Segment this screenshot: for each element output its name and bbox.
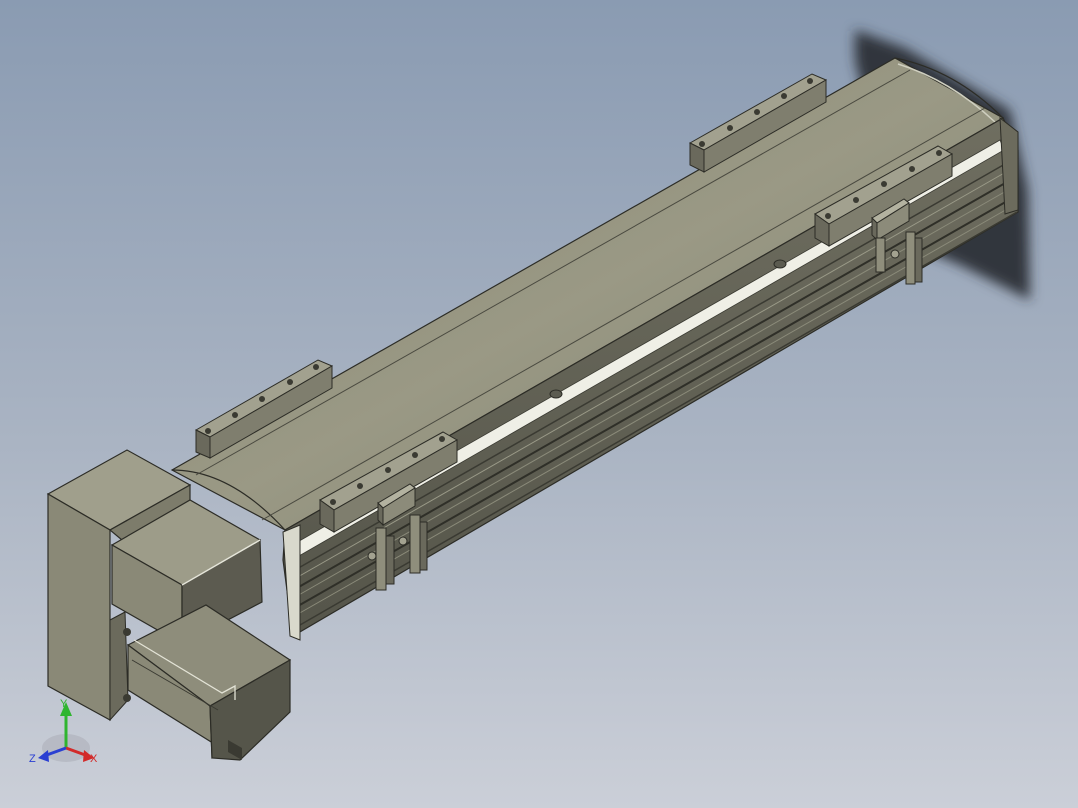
model-canvas[interactable]: Y X Z xyxy=(0,0,1078,808)
triad-x-label: X xyxy=(90,753,98,765)
triad-z-label: Z xyxy=(29,753,36,765)
cad-3d-viewport[interactable]: Y X Z xyxy=(0,0,1078,808)
triad-y-label: Y xyxy=(60,698,68,710)
